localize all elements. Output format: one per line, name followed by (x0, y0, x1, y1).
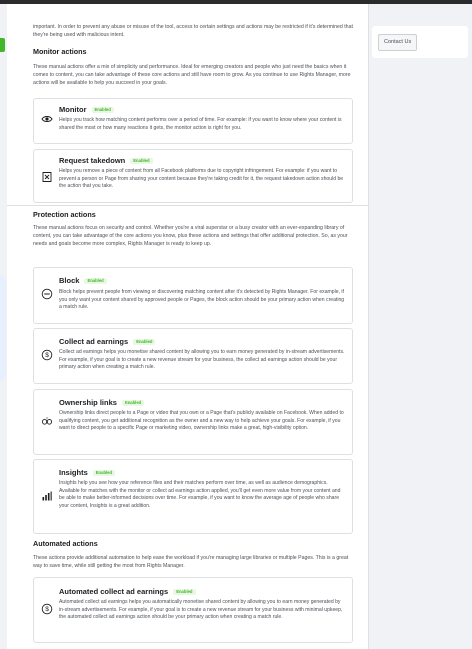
card-description-collect-ad-earnings: Collect ad earnings helps you monetise s… (59, 349, 345, 371)
card-title-ownership-links: Ownership links (59, 398, 117, 407)
enabled-badge: Enabled (133, 339, 156, 345)
section-description-protection: These manual actions focus on security a… (33, 225, 348, 247)
enabled-badge: Enabled (130, 158, 153, 164)
takedown-icon (41, 171, 53, 183)
enabled-badge: Enabled (173, 589, 196, 595)
enabled-badge: Enabled (121, 400, 145, 406)
card-title-insights: Insights (59, 468, 88, 477)
dollar-icon: $ (41, 349, 53, 361)
section-heading-automated: Automated actions (33, 539, 98, 548)
action-card-monitor[interactable]: Monitor Enabled Helps you track how match… (33, 98, 353, 144)
chart-icon (41, 490, 53, 502)
right-side-panel (368, 4, 472, 649)
card-title-request-takedown: Request takedown (59, 156, 126, 165)
section-description-automated: These actions provide additional automat… (33, 555, 349, 569)
section-description-monitor: These manual actions offer a mix of simp… (33, 64, 351, 86)
action-card-block[interactable]: Block Enabled Block helps prevent people … (33, 267, 353, 324)
contact-us-button[interactable]: Contact Us (378, 34, 418, 51)
card-description-monitor: Helps you track how matching content per… (59, 117, 342, 131)
active-nav-indicator[interactable] (0, 38, 5, 52)
card-description-insights: Insights help you see how your reference… (59, 480, 341, 510)
card-title-block: Block (59, 276, 80, 285)
dollar-icon: $ (41, 603, 53, 615)
section-heading-monitor: Monitor actions (33, 47, 87, 56)
card-title-monitor: Monitor (59, 105, 87, 114)
card-description-request-takedown: Helps you remove a piece of content from… (59, 168, 344, 190)
card-description-automated-collect-ad-earnings: Automated collect ad earnings helps you … (59, 599, 343, 621)
section-heading-protection: Protection actions (33, 210, 96, 219)
card-title-automated-collect-ad-earnings: Automated collect ad earnings (59, 587, 169, 596)
action-card-ownership-links[interactable]: Ownership links Enabled Ownership links d… (33, 389, 353, 455)
svg-text:$: $ (45, 606, 49, 613)
card-description-block: Block helps prevent people from viewing … (59, 289, 345, 311)
section-divider (7, 205, 368, 206)
link-icon (41, 415, 53, 427)
block-icon (41, 288, 53, 300)
action-card-request-takedown[interactable]: Request takedown Enabled Helps you remove… (33, 149, 353, 203)
action-card-collect-ad-earnings[interactable]: $ Collect ad earnings Enabled Collect ad … (33, 328, 353, 384)
intro-text: important. In order to prevent any abuse… (33, 24, 353, 38)
card-description-ownership-links: Ownership links direct people to a Page … (59, 410, 344, 432)
svg-text:$: $ (45, 352, 49, 359)
action-card-automated-collect-ad-earnings[interactable]: $ Automated collect ad earnings Enabled A… (33, 577, 353, 643)
enabled-badge: Enabled (92, 470, 116, 476)
enabled-badge: Enabled (91, 107, 114, 113)
action-card-insights[interactable]: Insights Enabled Insights help you see ho… (33, 459, 353, 534)
eye-icon (41, 113, 53, 125)
nav-highlight[interactable] (0, 276, 6, 380)
card-title-collect-ad-earnings: Collect ad earnings (59, 337, 129, 346)
enabled-badge: Enabled (84, 278, 107, 284)
